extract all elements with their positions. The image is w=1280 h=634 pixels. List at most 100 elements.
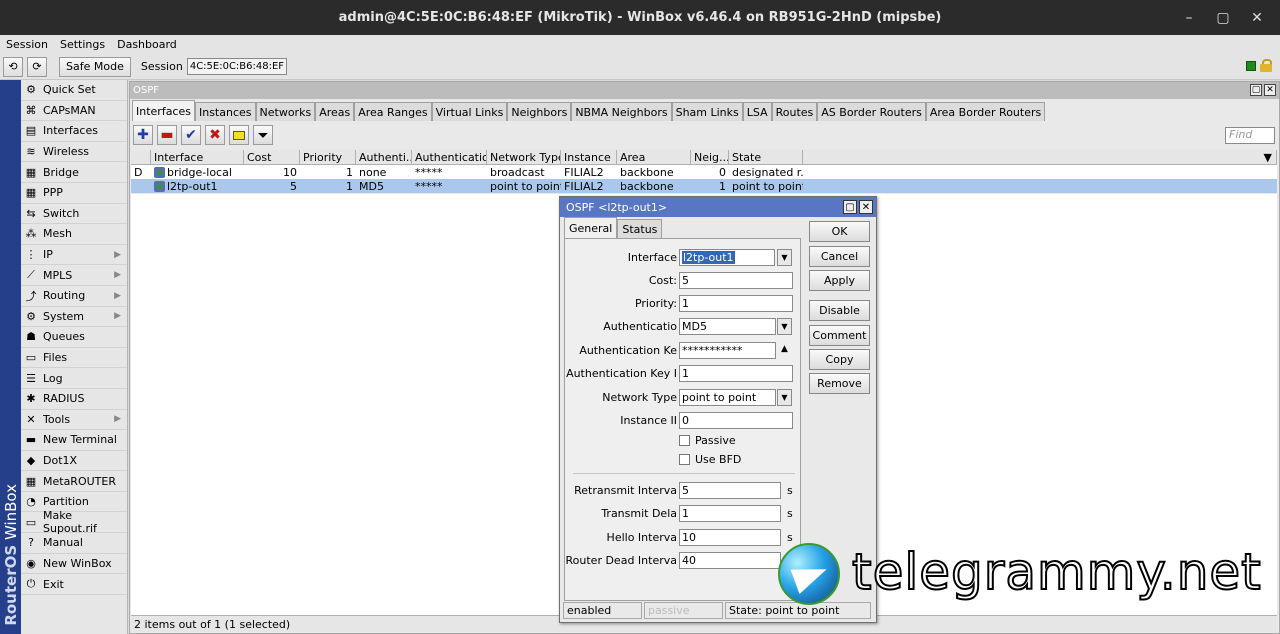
apply-button[interactable]: Apply	[809, 270, 870, 291]
tab-routes[interactable]: Routes	[771, 102, 818, 121]
safe-mode-button[interactable]: Safe Mode	[59, 56, 131, 77]
sidebar-item-bridge[interactable]: ▦ Bridge	[21, 162, 127, 183]
column-header[interactable]: Neig...	[691, 150, 729, 164]
collapse-arrow-icon[interactable]: ▲	[781, 344, 788, 354]
sidebar-item-ppp[interactable]: ▦ PPP	[21, 183, 127, 204]
add-button[interactable]: ✚	[133, 125, 153, 145]
cancel-button[interactable]: Cancel	[809, 246, 870, 267]
tab-area-ranges[interactable]: Area Ranges	[354, 102, 432, 121]
remove-button[interactable]: ▬	[157, 125, 177, 145]
enable-button[interactable]: ✔	[181, 125, 201, 145]
transmit-delay-input[interactable]: 1	[679, 505, 781, 522]
sidebar-item-quick-set[interactable]: ⚙ Quick Set	[21, 80, 127, 101]
column-menu-icon[interactable]: ▼	[803, 150, 1277, 164]
remove-button[interactable]: Remove	[809, 373, 870, 394]
sidebar-item-mpls[interactable]: ⟋ MPLS ▶	[21, 265, 127, 286]
close-icon[interactable]: ✕	[1264, 84, 1276, 96]
comment-button[interactable]	[229, 125, 249, 145]
tab-networks[interactable]: Networks	[255, 102, 316, 121]
menu-settings[interactable]: Settings	[54, 38, 111, 51]
instance-id-input[interactable]: 0	[679, 412, 793, 429]
sidebar-item-log[interactable]: ☰ Log	[21, 368, 127, 389]
column-header[interactable]: Cost	[244, 150, 300, 164]
column-header[interactable]: Authenticatio...	[412, 150, 487, 164]
table-row[interactable]: Dbridge-local 10 1 none ***** broadcast FILIAL…	[131, 165, 1277, 179]
sidebar-item-metarouter[interactable]: ▦ MetaROUTER	[21, 471, 127, 492]
tab-as-border-routers[interactable]: AS Border Routers	[817, 102, 926, 121]
sidebar-item-switch[interactable]: ⇆ Switch	[21, 204, 127, 225]
session-field[interactable]: 4C:5E:0C:B6:48:EF	[186, 58, 288, 75]
comment-button[interactable]: Comment	[809, 325, 870, 346]
sidebar-item-wireless[interactable]: ≋ Wireless	[21, 142, 127, 163]
cost-input[interactable]: 5	[679, 272, 793, 289]
find-input[interactable]: Find	[1225, 127, 1275, 144]
close-icon[interactable]: ✕	[1250, 10, 1264, 26]
sidebar-item-mesh[interactable]: ⁂ Mesh	[21, 224, 127, 245]
tab-lsa[interactable]: LSA	[742, 102, 772, 121]
auth-key-input[interactable]: ***********	[679, 342, 776, 359]
sidebar-item-interfaces[interactable]: ▤ Interfaces	[21, 121, 127, 142]
authentication-select[interactable]: MD5	[679, 318, 776, 335]
tab-areas[interactable]: Areas	[315, 102, 355, 121]
disable-button[interactable]: ✖	[205, 125, 225, 145]
tab-neighbors[interactable]: Neighbors	[507, 102, 572, 121]
tab-nbma-neighbors[interactable]: NBMA Neighbors	[571, 102, 672, 121]
network-type-dropdown-icon[interactable]: ▼	[777, 389, 792, 406]
priority-input[interactable]: 1	[679, 295, 793, 312]
sidebar-item-exit[interactable]: ⏻ Exit	[21, 574, 127, 595]
sidebar-item-files[interactable]: ▭ Files	[21, 348, 127, 369]
redo-button[interactable]: ⟳	[27, 56, 47, 77]
tab-area-border-routers[interactable]: Area Border Routers	[925, 102, 1046, 121]
column-header[interactable]: State	[729, 150, 803, 164]
retransmit-input[interactable]: 5	[679, 482, 781, 499]
minimize-icon[interactable]: –	[1182, 10, 1196, 26]
tab-interfaces[interactable]: Interfaces	[132, 100, 195, 121]
maximize-icon[interactable]: ▢	[1216, 10, 1230, 26]
interface-dropdown-icon[interactable]: ▼	[777, 249, 792, 266]
column-header[interactable]: Instance	[561, 150, 617, 164]
restore-icon[interactable]: ▢	[1250, 84, 1262, 96]
sidebar-item-manual[interactable]: ? Manual	[21, 533, 127, 554]
table-row[interactable]: l2tp-out1 5 1 MD5 ***** point to point FILIAL2…	[131, 179, 1277, 193]
column-header[interactable]: Interface	[151, 150, 244, 164]
column-header[interactable]	[131, 150, 151, 164]
tab-virtual-links[interactable]: Virtual Links	[431, 102, 508, 121]
passive-checkbox[interactable]: Passive	[679, 433, 736, 447]
sidebar-item-dot1x[interactable]: ◆ Dot1X	[21, 451, 127, 472]
copy-button[interactable]: Copy	[809, 349, 870, 370]
redo-icon: ⟳	[32, 60, 42, 73]
sidebar-item-new-winbox[interactable]: ◉ New WinBox	[21, 554, 127, 575]
hello-interval-input[interactable]: 10	[679, 529, 781, 546]
filter-button[interactable]: ⏷	[253, 125, 273, 145]
column-header[interactable]: Authenti...	[356, 150, 412, 164]
column-header[interactable]: Network Type	[487, 150, 561, 164]
ok-button[interactable]: OK	[809, 221, 870, 242]
restore-icon[interactable]: ▢	[843, 200, 857, 214]
tab-general[interactable]: General	[564, 217, 618, 238]
sidebar-item-tools[interactable]: ✕ Tools ▶	[21, 410, 127, 431]
tab-sham-links[interactable]: Sham Links	[671, 102, 743, 121]
auth-key-id-input[interactable]: 1	[679, 365, 793, 382]
sidebar-item-radius[interactable]: ✱ RADIUS	[21, 389, 127, 410]
interface-select[interactable]: l2tp-out1	[679, 249, 775, 266]
sidebar-item-new-terminal[interactable]: ▬ New Terminal	[21, 430, 127, 451]
column-header[interactable]: Priority	[300, 150, 356, 164]
use-bfd-checkbox[interactable]: Use BFD	[679, 452, 741, 466]
sidebar-item-system[interactable]: ⚙ System ▶	[21, 307, 127, 328]
sidebar-item-queues[interactable]: ☗ Queues	[21, 327, 127, 348]
network-type-select[interactable]: point to point	[679, 389, 776, 406]
close-icon[interactable]: ✕	[859, 200, 873, 214]
column-header[interactable]: Area	[617, 150, 691, 164]
sidebar-item-capsman[interactable]: ⌘ CAPsMAN	[21, 101, 127, 122]
tab-status[interactable]: Status	[617, 219, 663, 238]
dead-interval-input[interactable]: 40	[679, 552, 781, 569]
menu-session[interactable]: Session	[0, 38, 54, 51]
tab-instances[interactable]: Instances	[194, 102, 256, 121]
menu-dashboard[interactable]: Dashboard	[111, 38, 183, 51]
authentication-dropdown-icon[interactable]: ▼	[777, 318, 792, 335]
sidebar-item-ip[interactable]: ⋮ IP ▶	[21, 245, 127, 266]
undo-button[interactable]: ⟲	[3, 56, 23, 77]
sidebar-item-make-supout-rif[interactable]: ▭ Make Supout.rif	[21, 509, 127, 535]
sidebar-item-routing[interactable]: ⤴ Routing ▶	[21, 286, 127, 307]
disable-button[interactable]: Disable	[809, 300, 870, 321]
